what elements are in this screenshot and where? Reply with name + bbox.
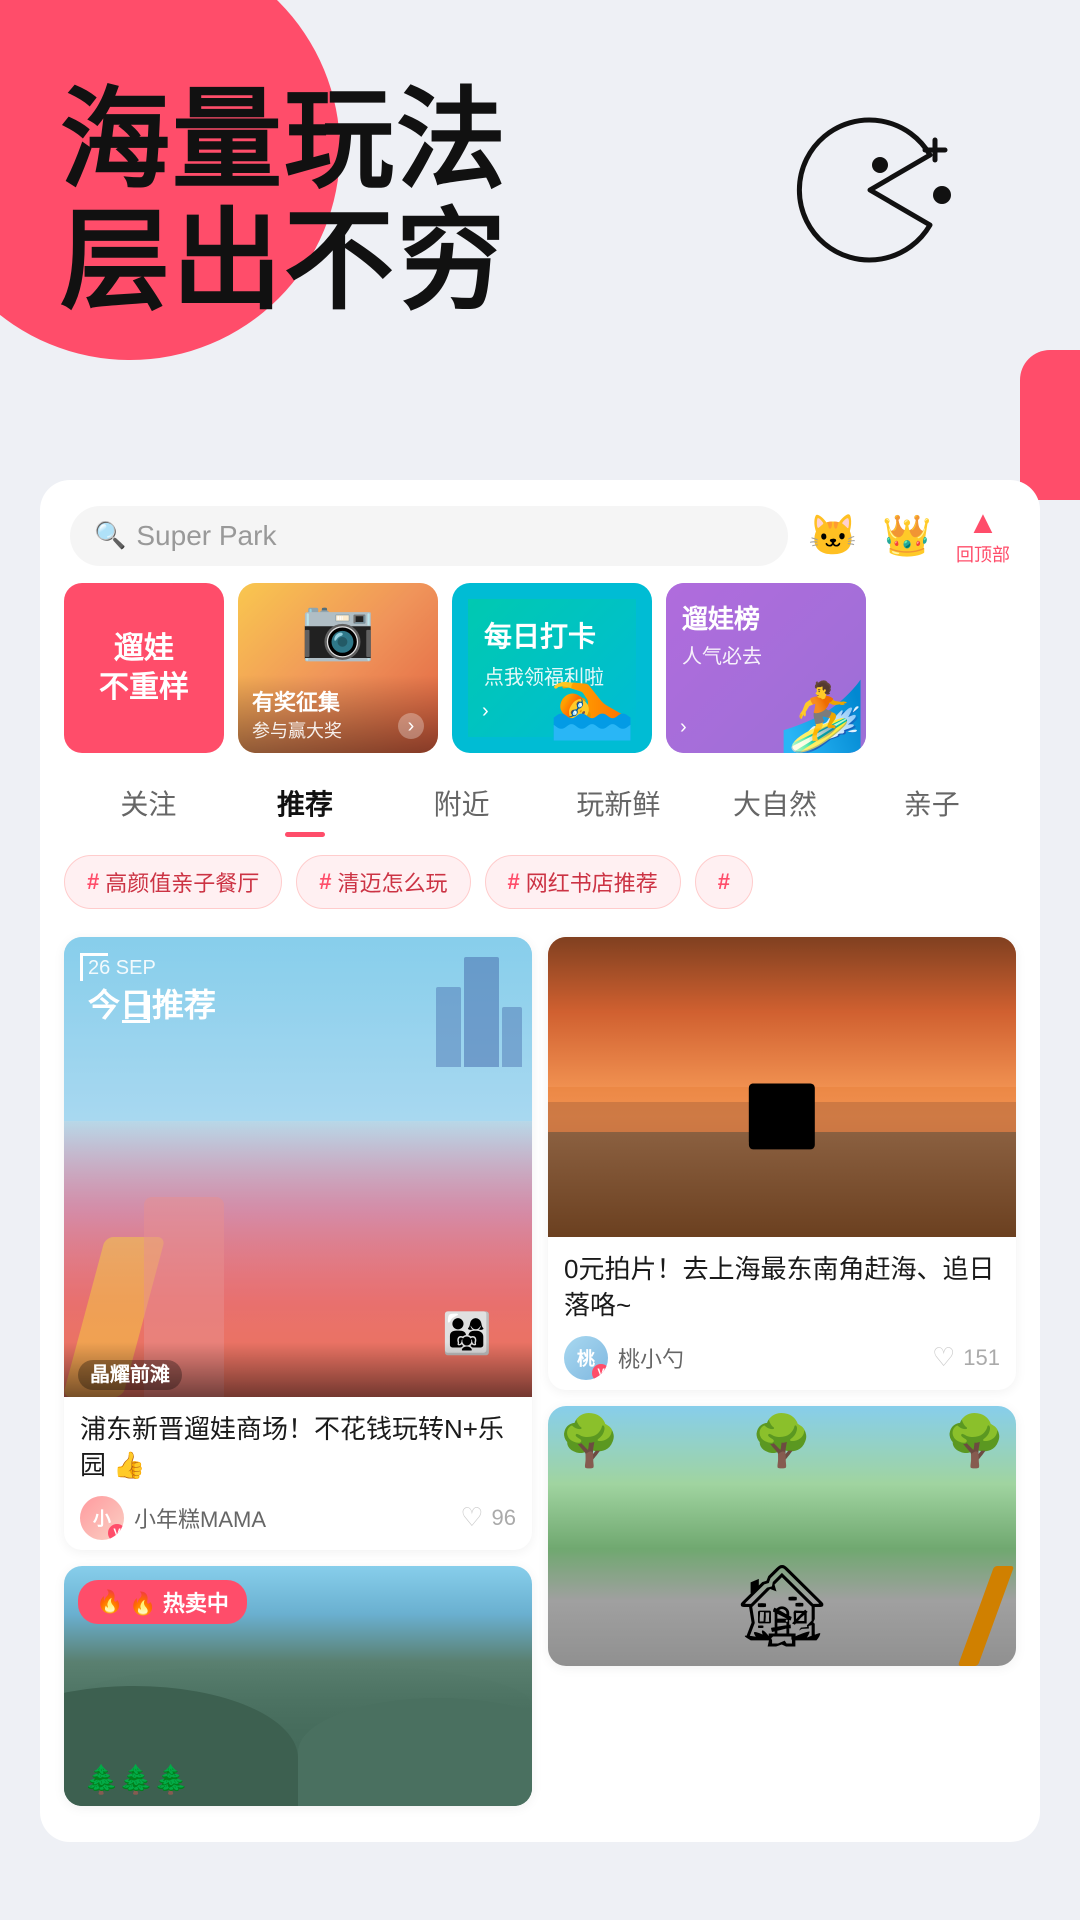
post-1-meta: 小 V 小年糕MAMA ♡ 96	[80, 1496, 516, 1540]
post-1-location: 晶耀前滩	[78, 1360, 182, 1390]
tag-hash-1: #	[87, 869, 99, 895]
post-4-image: 🌲🌲🌲 🔥 🔥 热卖中	[64, 1566, 532, 1806]
tab-follow[interactable]: 关注	[70, 773, 227, 833]
post-1-info: 浦东新晋遛娃商场！不花钱玩转N+乐园 👍 小 V 小年糕MAMA ♡ 96	[64, 1397, 532, 1550]
search-input-wrapper[interactable]: 🔍 Super Park	[70, 506, 788, 566]
tab-family[interactable]: 亲子	[853, 773, 1010, 833]
post-1-likes: ♡ 96	[460, 1502, 516, 1533]
post-1-today-label: 今日推荐	[88, 980, 216, 1026]
tag-label-1: 高颜值亲子餐厅	[105, 866, 259, 898]
app-card: 🔍 Super Park 🐱 👑 ▲ 回顶部 遛娃不重样 📷 有奖征集 参	[40, 480, 1040, 1842]
banner-card-1-text: 遛娃不重样	[99, 629, 189, 707]
post-card-1[interactable]: 👨‍👩‍👧 26 SEP 今日推荐	[64, 937, 532, 1550]
post-card-3[interactable]: 🌳 🌳 🌳 🏚	[548, 1406, 1016, 1666]
post-card-2[interactable]: 👨‍👧 0元拍片！去上海最东南角赶海、追日落咯~ 桃 V 桃小勺	[548, 937, 1016, 1390]
hero-title-line1: 海量玩法	[60, 80, 508, 201]
banner-2-title: 有奖征集	[252, 685, 424, 717]
banner-card-3[interactable]: 每日打卡 点我领福利啦 🏊 ›	[452, 583, 652, 753]
avatar-v-badge: V	[108, 1524, 124, 1540]
post-1-date: 26 SEP 今日推荐	[88, 957, 216, 1026]
tag-chip-1[interactable]: # 高颜值亲子餐厅	[64, 855, 282, 909]
navigation-tabs: 关注 推荐 附近 玩新鲜 大自然 亲子	[40, 753, 1040, 843]
crown-icon[interactable]: 👑	[882, 512, 932, 559]
banner-4-sub: 人气必去	[682, 640, 850, 669]
tag-hash-4: #	[718, 869, 730, 895]
post-2-author-row: 桃 V 桃小勺	[564, 1336, 684, 1380]
tag-row: # 高颜值亲子餐厅 # 清迈怎么玩 # 网红书店推荐 #	[40, 843, 1040, 921]
tag-label-2: 清迈怎么玩	[338, 866, 448, 898]
left-column: 👨‍👩‍👧 26 SEP 今日推荐	[64, 937, 532, 1806]
post-1-author-row: 小 V 小年糕MAMA	[80, 1496, 266, 1540]
tab-nearby[interactable]: 附近	[383, 773, 540, 833]
tag-chip-2[interactable]: # 清迈怎么玩	[296, 855, 470, 909]
post-2-author: 桃小勺	[618, 1342, 684, 1374]
pacman-icon	[780, 110, 960, 270]
banner-3-arrow: ›	[482, 700, 489, 723]
fire-icon: 🔥	[96, 1589, 123, 1615]
tab-new[interactable]: 玩新鲜	[540, 773, 697, 833]
post-2-image: 👨‍👧	[548, 937, 1016, 1237]
post-card-4[interactable]: 🌲🌲🌲 🔥 🔥 热卖中	[64, 1566, 532, 1806]
banner-card-4[interactable]: 遛娃榜 人气必去 🏄 ›	[666, 583, 866, 753]
post-1-author: 小年糕MAMA	[134, 1502, 266, 1534]
post-1-location-overlay: 晶耀前滩	[64, 1342, 532, 1397]
tab-nature[interactable]: 大自然	[697, 773, 854, 833]
tag-chip-4[interactable]: #	[695, 855, 753, 909]
tag-hash-2: #	[319, 869, 331, 895]
post-1-date-label: 26 SEP	[88, 957, 216, 980]
heart-icon-1: ♡	[460, 1502, 483, 1533]
right-column: 👨‍👧 0元拍片！去上海最东南角赶海、追日落咯~ 桃 V 桃小勺	[548, 937, 1016, 1806]
search-bar-row: 🔍 Super Park 🐱 👑 ▲ 回顶部	[40, 480, 1040, 583]
post-2-info: 0元拍片！去上海最东南角赶海、追日落咯~ 桃 V 桃小勺 ♡ 151	[548, 1237, 1016, 1390]
post-3-image: 🌳 🌳 🌳 🏚	[548, 1406, 1016, 1666]
tab-recommend[interactable]: 推荐	[227, 773, 384, 833]
search-icon: 🔍	[94, 520, 126, 551]
tag-label-3: 网红书店推荐	[526, 866, 658, 898]
heart-icon-2: ♡	[932, 1342, 955, 1373]
hero-text: 海量玩法 层出不穷	[60, 80, 508, 322]
header-icons: 🐱 👑 ▲ 回顶部	[808, 504, 1010, 567]
back-top-label: 回顶部	[956, 541, 1010, 567]
post-2-likes: ♡ 151	[932, 1342, 1000, 1373]
post-2-avatar: 桃 V	[564, 1336, 608, 1380]
tag-chip-3[interactable]: # 网红书店推荐	[485, 855, 681, 909]
right-decoration	[1020, 350, 1080, 500]
banner-card-2[interactable]: 📷 有奖征集 参与赢大奖 ›	[238, 583, 438, 753]
post-1-image: 👨‍👩‍👧 26 SEP 今日推荐	[64, 937, 532, 1397]
search-placeholder-text: Super Park	[136, 520, 276, 552]
post-1-title: 浦东新晋遛娃商场！不花钱玩转N+乐园 👍	[80, 1411, 516, 1484]
banner-4-title: 遛娃榜	[682, 599, 850, 636]
back-top-icon: ▲	[967, 504, 999, 541]
content-grid: 👨‍👩‍👧 26 SEP 今日推荐	[40, 921, 1040, 1822]
hero-title-line2: 层出不穷	[60, 201, 508, 322]
tag-hash-3: #	[508, 869, 520, 895]
cat-icon[interactable]: 🐱	[808, 512, 858, 559]
banner-4-arrow: ›	[680, 716, 687, 739]
banner-row: 遛娃不重样 📷 有奖征集 参与赢大奖 › 每日打卡 点我领福利啦 🏊 ›	[40, 583, 1040, 753]
banner-3-title: 每日打卡	[484, 615, 596, 655]
banner-card-1[interactable]: 遛娃不重样	[64, 583, 224, 753]
back-top-button[interactable]: ▲ 回顶部	[956, 504, 1010, 567]
hot-label: 🔥 热卖中	[129, 1586, 229, 1618]
post-2-meta: 桃 V 桃小勺 ♡ 151	[564, 1336, 1000, 1380]
banner-2-arrow: ›	[398, 713, 424, 739]
post-1-like-count: 96	[492, 1505, 516, 1531]
post-2-title: 0元拍片！去上海最东南角赶海、追日落咯~	[564, 1251, 1000, 1324]
post-1-avatar: 小 V	[80, 1496, 124, 1540]
hero-section: 海量玩法 层出不穷	[0, 0, 1080, 500]
sunset-person: 👨‍👧	[745, 1087, 820, 1147]
hot-badge: 🔥 🔥 热卖中	[78, 1580, 247, 1624]
post-2-avatar-badge: V	[592, 1364, 608, 1380]
post-2-like-count: 151	[963, 1345, 1000, 1371]
